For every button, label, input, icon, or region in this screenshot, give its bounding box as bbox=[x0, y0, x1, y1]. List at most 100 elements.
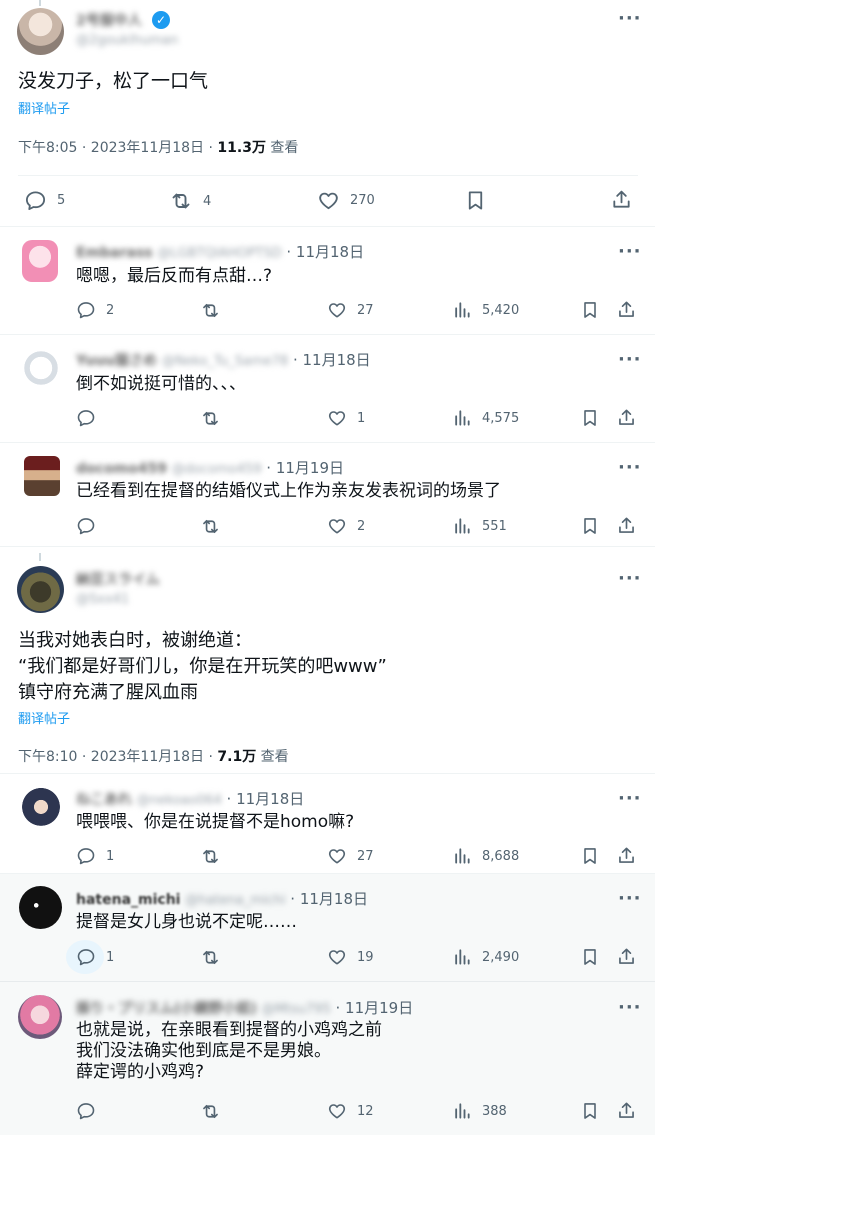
tweet-time[interactable]: 下午8:05 · 2023年11月18日 · bbox=[18, 140, 217, 156]
like-button[interactable]: 12 bbox=[327, 1101, 374, 1121]
retweet-button[interactable] bbox=[200, 846, 221, 867]
share-button[interactable] bbox=[616, 515, 637, 536]
more-icon[interactable]: ··· bbox=[618, 788, 642, 809]
bookmark-button[interactable] bbox=[580, 516, 600, 536]
more-icon[interactable]: ··· bbox=[618, 457, 642, 478]
reply-author-name[interactable]: ねこあれ bbox=[76, 792, 132, 808]
share-button[interactable] bbox=[610, 188, 633, 211]
avatar[interactable] bbox=[17, 566, 64, 613]
avatar[interactable] bbox=[19, 886, 62, 929]
share-button[interactable] bbox=[616, 845, 637, 866]
reply-date[interactable]: · 11月18日 bbox=[286, 890, 368, 908]
more-icon[interactable]: ··· bbox=[618, 349, 642, 370]
reply-icon bbox=[76, 846, 96, 866]
reply-author-name[interactable]: docomo459 bbox=[76, 461, 167, 477]
divider bbox=[0, 546, 655, 547]
reply-date[interactable]: · 11月18日 bbox=[282, 243, 364, 261]
retweet-icon bbox=[200, 408, 221, 429]
bookmark-button[interactable] bbox=[580, 1101, 600, 1121]
like-button[interactable]: 19 bbox=[327, 947, 374, 967]
more-icon[interactable]: ··· bbox=[618, 241, 642, 262]
tweet-text-line: “我们都是好哥们儿，你是在开玩笑的吧www” bbox=[18, 656, 387, 677]
reply-button[interactable]: 2 bbox=[76, 300, 114, 320]
reply-author-name[interactable]: Yuuu猫さめ bbox=[76, 353, 157, 369]
bookmark-icon bbox=[580, 408, 600, 428]
avatar[interactable] bbox=[20, 788, 62, 830]
views-button[interactable]: 5,420 bbox=[452, 300, 519, 320]
reply-text-line: 也就是说，在亲眼看到提督的小鸡鸡之前 bbox=[76, 1020, 382, 1040]
bookmark-icon bbox=[580, 1101, 600, 1121]
reply-date[interactable]: · 11月18日 bbox=[222, 790, 305, 808]
reply-date[interactable]: · 11月19日 bbox=[331, 999, 413, 1017]
share-button[interactable] bbox=[616, 299, 637, 320]
reply-author-handle[interactable]: @hatena_michi bbox=[185, 893, 285, 908]
author-name[interactable]: 2号服中人 bbox=[76, 10, 142, 30]
like-button[interactable]: 270 bbox=[317, 189, 375, 212]
reply-button[interactable]: 1 bbox=[76, 947, 114, 967]
more-icon[interactable]: ··· bbox=[618, 888, 642, 909]
reply-author-handle[interactable]: @nekoao064 bbox=[137, 793, 222, 808]
reply-text: 提督是女儿身也说不定呢…… bbox=[76, 912, 297, 932]
views-button[interactable]: 2,490 bbox=[452, 947, 519, 967]
retweet-icon bbox=[200, 1101, 221, 1122]
reply-author-handle[interactable]: @LGBTQIAHOPTSD bbox=[157, 246, 281, 261]
reply-date[interactable]: · 11月19日 bbox=[262, 459, 344, 477]
share-icon bbox=[616, 407, 637, 428]
views-icon bbox=[452, 846, 472, 866]
views-button[interactable]: 388 bbox=[452, 1101, 507, 1121]
bookmark-button[interactable] bbox=[464, 189, 487, 212]
share-button[interactable] bbox=[616, 946, 637, 967]
retweet-button[interactable] bbox=[200, 300, 221, 321]
reply-button[interactable]: 5 bbox=[24, 189, 65, 212]
views-icon bbox=[452, 1101, 472, 1121]
divider bbox=[0, 334, 655, 335]
reply-button[interactable] bbox=[76, 1101, 106, 1121]
views-button[interactable]: 4,575 bbox=[452, 408, 519, 428]
views-button[interactable]: 8,688 bbox=[452, 846, 519, 866]
reply-author-name[interactable]: Embarass bbox=[76, 245, 153, 261]
views-button[interactable]: 551 bbox=[452, 516, 507, 536]
like-button[interactable]: 2 bbox=[327, 516, 365, 536]
translate-link[interactable]: 翻译帖子 bbox=[18, 708, 70, 727]
author-handle[interactable]: @Sxx41 bbox=[76, 592, 129, 607]
bookmark-button[interactable] bbox=[580, 408, 600, 428]
reply-author-handle[interactable]: @docomo459 bbox=[172, 462, 262, 477]
share-button[interactable] bbox=[616, 407, 637, 428]
reply-author-name[interactable]: 振り・プリスム(小鏡野小姐) bbox=[76, 1001, 257, 1017]
like-button[interactable]: 1 bbox=[327, 408, 365, 428]
avatar[interactable] bbox=[24, 456, 60, 496]
retweet-button[interactable]: 4 bbox=[169, 189, 211, 213]
like-icon bbox=[327, 516, 347, 536]
reply-author-handle[interactable]: @Mtsu795 bbox=[262, 1002, 331, 1017]
reply-button[interactable]: 1 bbox=[76, 846, 114, 866]
like-button[interactable]: 27 bbox=[327, 846, 374, 866]
author-name[interactable]: 納豆スライム bbox=[76, 569, 160, 589]
more-icon[interactable]: ··· bbox=[618, 568, 642, 589]
more-icon[interactable]: ··· bbox=[618, 8, 642, 29]
like-button[interactable]: 27 bbox=[327, 300, 374, 320]
avatar[interactable] bbox=[17, 8, 64, 55]
reply-button[interactable] bbox=[76, 408, 106, 428]
tweet-time[interactable]: 下午8:10 · 2023年11月18日 · bbox=[18, 749, 217, 765]
divider bbox=[18, 175, 638, 176]
author-handle[interactable]: @2gouklhuman bbox=[76, 33, 178, 48]
avatar[interactable] bbox=[20, 350, 62, 386]
retweet-button[interactable] bbox=[200, 408, 221, 429]
share-button[interactable] bbox=[616, 1100, 637, 1121]
reply-author-handle[interactable]: @Neko_Tu_Same78 bbox=[162, 354, 288, 369]
reply-author-name[interactable]: hatena_michi bbox=[76, 892, 180, 908]
translate-link[interactable]: 翻译帖子 bbox=[18, 98, 70, 117]
views-icon bbox=[452, 408, 472, 428]
reply-button[interactable] bbox=[76, 516, 106, 536]
retweet-button[interactable] bbox=[200, 947, 221, 968]
retweet-button[interactable] bbox=[200, 1101, 221, 1122]
avatar[interactable] bbox=[22, 240, 58, 282]
reply-icon bbox=[76, 408, 96, 428]
retweet-button[interactable] bbox=[200, 516, 221, 537]
bookmark-button[interactable] bbox=[580, 947, 600, 967]
avatar[interactable] bbox=[18, 995, 62, 1039]
bookmark-button[interactable] bbox=[580, 846, 600, 866]
reply-date[interactable]: · 11月18日 bbox=[288, 351, 371, 369]
more-icon[interactable]: ··· bbox=[618, 997, 642, 1018]
bookmark-button[interactable] bbox=[580, 300, 600, 320]
